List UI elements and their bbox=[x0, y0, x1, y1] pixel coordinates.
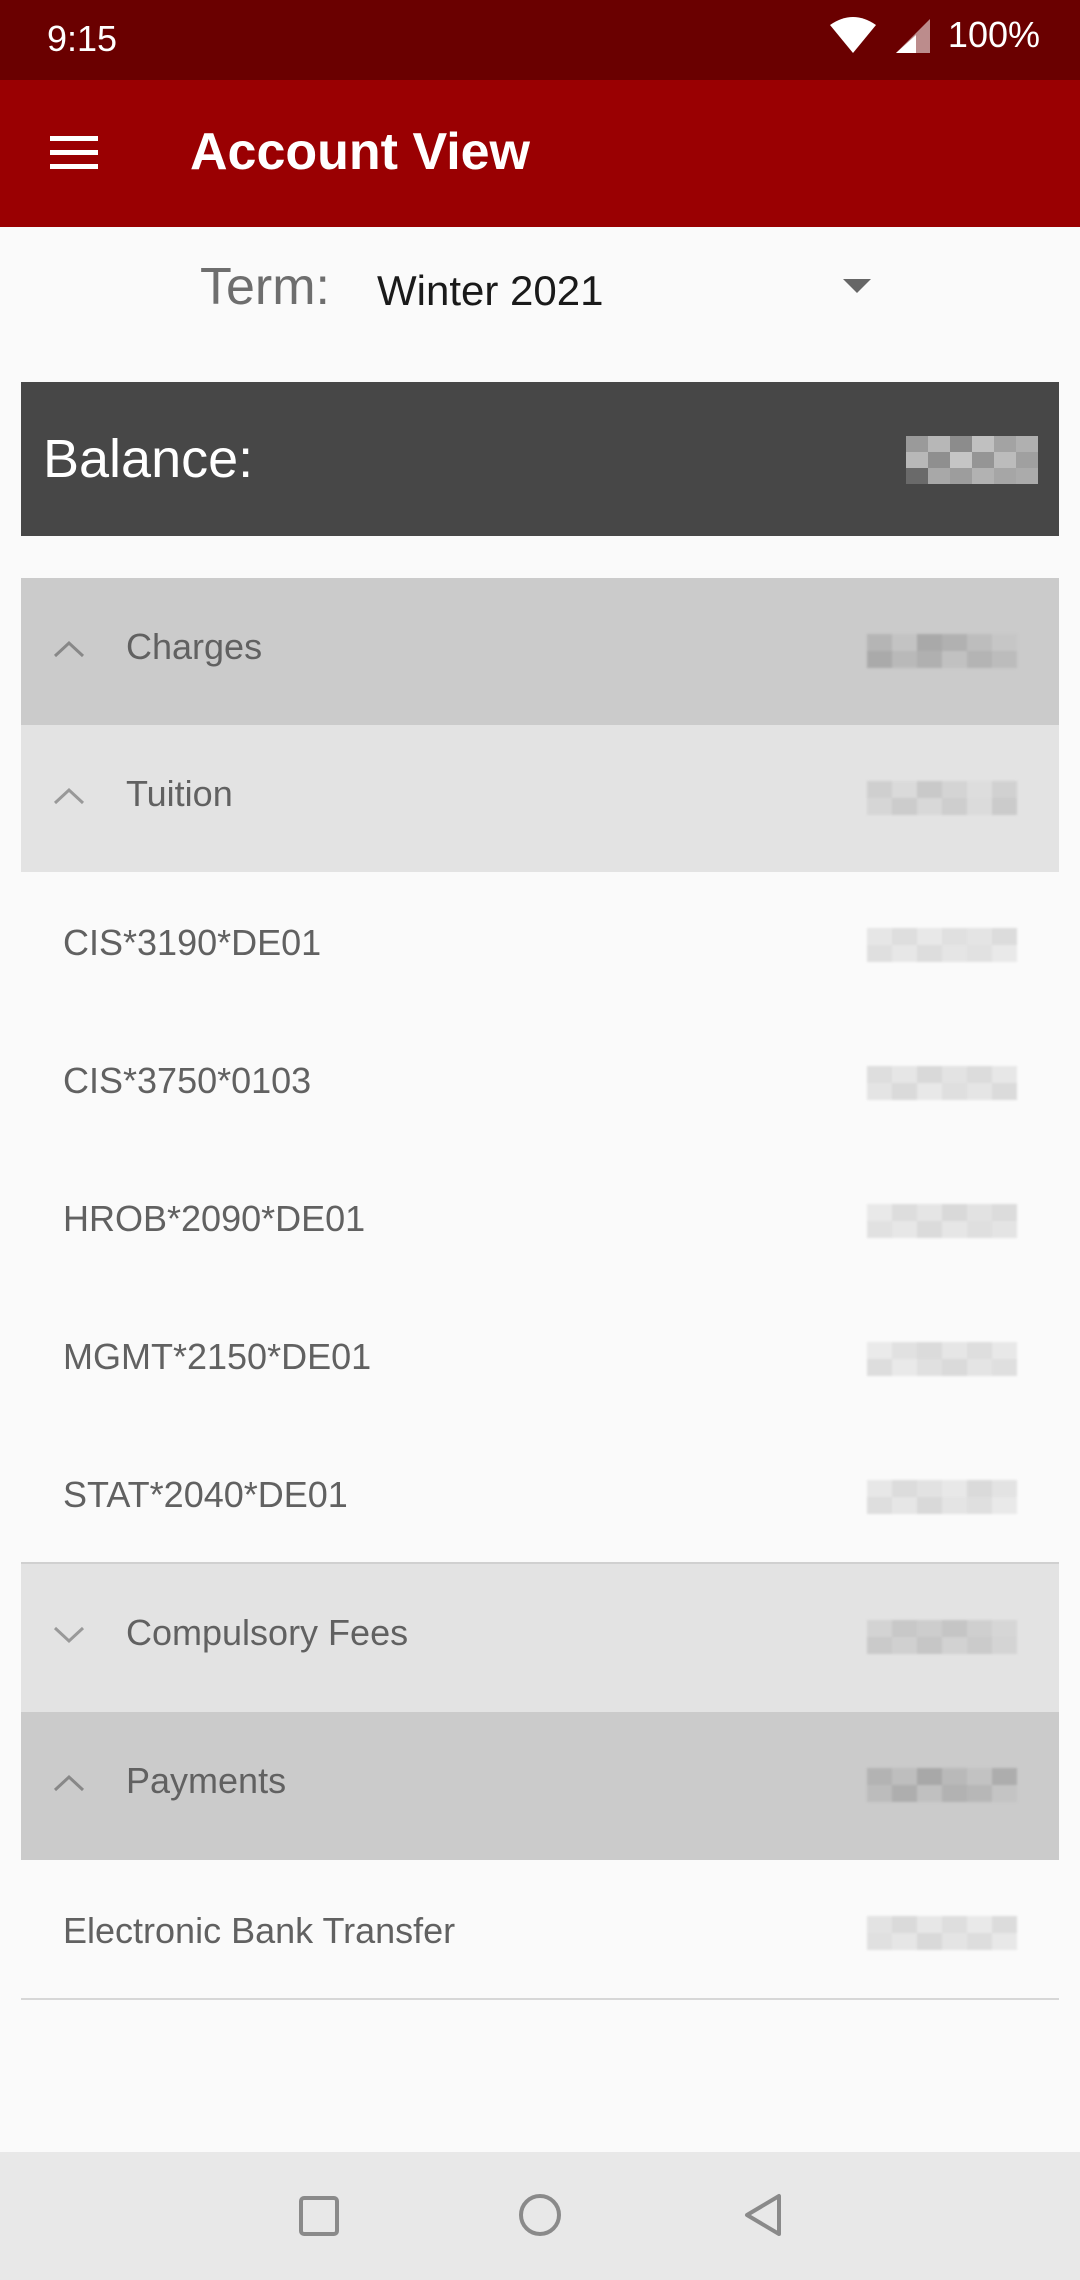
wifi-icon bbox=[829, 17, 876, 53]
course-code: HROB*2090*DE01 bbox=[63, 1198, 366, 1239]
list-item[interactable]: HROB*2090*DE01 bbox=[21, 1148, 1059, 1286]
course-code: MGMT*2150*DE01 bbox=[63, 1336, 372, 1377]
home-circle-icon[interactable] bbox=[517, 2192, 563, 2238]
chevron-up-icon bbox=[53, 640, 85, 658]
amount-redacted bbox=[867, 1342, 1017, 1376]
amount-redacted bbox=[867, 1916, 1017, 1950]
section-tuition[interactable]: Tuition bbox=[21, 725, 1059, 872]
list-item[interactable]: MGMT*2150*DE01 bbox=[21, 1286, 1059, 1424]
dropdown-arrow-icon bbox=[843, 279, 871, 293]
recents-square-icon[interactable] bbox=[297, 2194, 341, 2238]
term-dropdown-value: Winter 2021 bbox=[377, 267, 604, 314]
balance-amount-redacted bbox=[906, 436, 1038, 484]
back-triangle-icon[interactable] bbox=[741, 2192, 785, 2238]
section-payments[interactable]: Payments bbox=[21, 1712, 1059, 1860]
term-selector-row: Term: Winter 2021 bbox=[0, 227, 1080, 357]
amount-redacted bbox=[867, 928, 1017, 962]
amount-redacted bbox=[867, 1066, 1017, 1100]
amount-redacted bbox=[867, 1620, 1017, 1654]
app-bar: Account View bbox=[0, 80, 1080, 227]
list-item[interactable]: STAT*2040*DE01 bbox=[21, 1424, 1059, 1562]
section-label: Payments bbox=[126, 1760, 287, 1801]
amount-redacted bbox=[867, 634, 1017, 668]
status-bar: 9:15 100% bbox=[0, 0, 1080, 80]
term-label: Term: bbox=[200, 258, 330, 316]
course-code: STAT*2040*DE01 bbox=[63, 1474, 348, 1515]
amount-redacted bbox=[867, 1204, 1017, 1238]
section-label: Compulsory Fees bbox=[126, 1612, 409, 1653]
payment-method: Electronic Bank Transfer bbox=[63, 1910, 456, 1951]
status-icons: 100% bbox=[828, 14, 1040, 56]
section-label: Charges bbox=[126, 626, 263, 667]
section-compulsory-fees[interactable]: Compulsory Fees bbox=[21, 1562, 1059, 1712]
section-label: Tuition bbox=[126, 773, 233, 814]
cell-signal-icon bbox=[895, 19, 930, 53]
list-item[interactable]: Electronic Bank Transfer bbox=[21, 1860, 1059, 2000]
list-item[interactable]: CIS*3190*DE01 bbox=[21, 872, 1059, 1010]
chevron-up-icon bbox=[53, 1774, 85, 1792]
navigation-bar bbox=[0, 2152, 1080, 2280]
amount-redacted bbox=[867, 1480, 1017, 1514]
section-charges[interactable]: Charges bbox=[21, 578, 1059, 725]
amount-redacted bbox=[867, 1768, 1017, 1802]
page-title: Account View bbox=[190, 123, 531, 181]
chevron-down-icon bbox=[53, 1626, 85, 1644]
list-item[interactable]: CIS*3750*0103 bbox=[21, 1010, 1059, 1148]
course-code: CIS*3190*DE01 bbox=[63, 922, 322, 963]
course-code: CIS*3750*0103 bbox=[63, 1060, 312, 1101]
amount-redacted bbox=[867, 781, 1017, 815]
chevron-up-icon bbox=[53, 787, 85, 805]
account-list: Charges Tuition CIS*3190*DE01 CIS*3750*0… bbox=[21, 578, 1059, 2000]
balance-bar: Balance: bbox=[21, 382, 1059, 536]
battery-percentage: 100% bbox=[947, 14, 1040, 55]
hamburger-menu-icon[interactable] bbox=[50, 136, 98, 170]
balance-label: Balance: bbox=[43, 429, 254, 489]
status-time: 9:15 bbox=[47, 18, 118, 59]
term-dropdown[interactable]: Winter 2021 bbox=[377, 261, 877, 321]
